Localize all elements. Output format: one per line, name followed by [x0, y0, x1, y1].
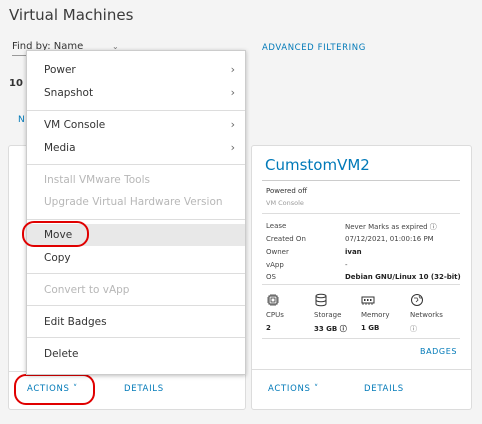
storage-icon	[314, 292, 328, 307]
menu-item-label: Power	[44, 64, 76, 76]
menu-item-snapshot[interactable]: Snapshot ›	[27, 82, 245, 104]
resource-value-storage: 33 GB ⓘ	[314, 325, 347, 333]
prop-value-os: Debian GNU/Linux 10 (32-bit)	[345, 273, 461, 281]
menu-item-convert-to-vapp: Convert to vApp	[44, 284, 130, 296]
prop-key-created: Created On	[266, 235, 306, 243]
details-button[interactable]: DETAILS	[124, 384, 164, 394]
power-state: Powered off	[266, 187, 308, 195]
menu-item-install-vmware-tools: Install VMware Tools	[44, 174, 150, 186]
menu-divider	[27, 219, 245, 220]
prop-key-vapp: vApp	[266, 261, 284, 269]
prop-value-created: 07/12/2021, 01:00:16 PM	[345, 235, 434, 243]
vm-console-thumbnail[interactable]: VM Console	[266, 199, 304, 207]
divider	[262, 213, 460, 214]
menu-item-upgrade-hardware: Upgrade Virtual Hardware Version	[44, 196, 223, 208]
prop-key-lease: Lease	[266, 222, 287, 230]
badges-link[interactable]: BADGES	[420, 347, 457, 356]
menu-divider	[27, 110, 245, 111]
prop-key-os: OS	[266, 273, 276, 281]
resource-label-memory: Memory	[361, 311, 390, 319]
menu-item-vm-console[interactable]: VM Console ›	[27, 114, 245, 136]
page-title: Virtual Machines	[9, 6, 134, 24]
divider	[262, 180, 460, 181]
resource-value-memory: 1 GB	[361, 324, 380, 332]
prop-key-owner: Owner	[266, 248, 289, 256]
resource-label-storage: Storage	[314, 311, 342, 319]
menu-item-label: VM Console	[44, 119, 106, 131]
menu-item-media[interactable]: Media ›	[27, 137, 245, 159]
resource-label-cpus: CPUs	[266, 311, 284, 319]
menu-divider	[27, 164, 245, 165]
memory-icon	[361, 292, 375, 306]
menu-divider	[27, 305, 245, 306]
menu-item-edit-badges[interactable]: Edit Badges	[27, 311, 245, 333]
actions-context-menu: Power › Snapshot › VM Console › Media › Inst…	[26, 50, 246, 375]
list-header-fragment[interactable]: N	[18, 115, 25, 125]
divider	[262, 284, 460, 285]
cpu-icon	[266, 292, 280, 306]
chevron-right-icon: ›	[230, 118, 235, 131]
chevron-right-icon: ›	[230, 141, 235, 154]
network-icon	[410, 292, 424, 306]
menu-item-label: Media	[44, 142, 76, 154]
highlight-ring-actions	[14, 374, 95, 405]
advanced-filtering-link[interactable]: ADVANCED FILTERING	[262, 43, 366, 53]
menu-divider	[27, 337, 245, 338]
details-button[interactable]: DETAILS	[364, 384, 404, 394]
resource-value-cpus: 2	[266, 324, 271, 332]
card-footer-divider	[252, 369, 471, 370]
resource-label-networks: Networks	[410, 311, 443, 319]
chevron-right-icon: ›	[230, 86, 235, 99]
prop-value-vapp: -	[345, 261, 348, 269]
highlight-ring-move	[22, 221, 89, 247]
chevron-right-icon: ›	[230, 63, 235, 76]
menu-divider	[27, 273, 245, 274]
menu-item-copy[interactable]: Copy	[27, 247, 245, 269]
menu-item-label: Snapshot	[44, 87, 94, 99]
prop-value-lease: Never Marks as expired ⓘ	[345, 223, 437, 231]
resource-value-networks: ⓘ	[410, 325, 417, 333]
menu-item-delete[interactable]: Delete	[27, 343, 245, 365]
prop-value-owner: ivan	[345, 248, 362, 256]
vm-name[interactable]: CumstomVM2	[265, 156, 370, 174]
actions-button[interactable]: ACTIONS ˅	[268, 384, 319, 394]
menu-item-power[interactable]: Power ›	[27, 59, 245, 81]
vm-count: 10	[9, 78, 23, 89]
divider	[262, 338, 460, 339]
